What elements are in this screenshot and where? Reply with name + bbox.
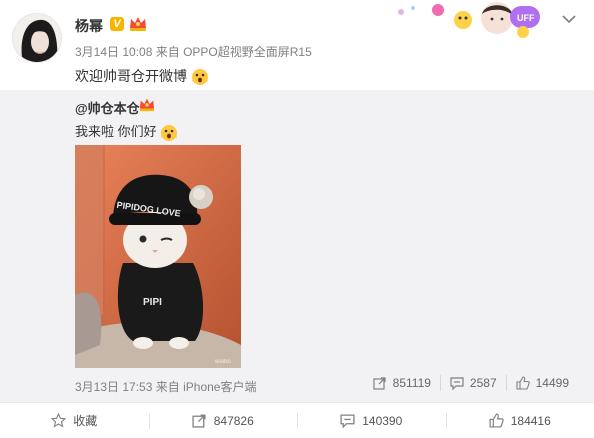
like-count: 184416 bbox=[510, 413, 551, 428]
svg-text:UFF: UFF bbox=[517, 13, 535, 23]
repost-comment-count: 2587 bbox=[469, 376, 497, 390]
repost-count: 847826 bbox=[213, 413, 254, 428]
comment-icon bbox=[340, 414, 355, 428]
repost-block: @帅仓本仓 我来啦 你们好 PIPI PIPIDOG LOVE weibo 3月… bbox=[0, 90, 594, 402]
vip-crown-icon[interactable] bbox=[138, 96, 156, 112]
source-prefix: 来自 bbox=[155, 45, 180, 59]
share-icon bbox=[192, 414, 206, 428]
post-meta: 3月14日 10:08 来自 OPPO超视野全面屏R15 bbox=[75, 43, 312, 60]
verified-badge-icon: V bbox=[110, 17, 124, 31]
repost-source[interactable]: iPhone客户端 bbox=[183, 380, 256, 394]
post-time[interactable]: 3月14日 10:08 bbox=[75, 45, 152, 59]
favorite-button[interactable]: 收藏 bbox=[0, 403, 149, 438]
action-bar: 收藏 847826 140390 184416 bbox=[0, 402, 594, 438]
thumbs-up-icon bbox=[516, 376, 530, 390]
repost-stats: 851119 2587 14499 bbox=[364, 375, 578, 391]
star-icon bbox=[51, 413, 67, 428]
thumbs-up-icon bbox=[489, 413, 504, 428]
repost-meta: 3月13日 17:53 来自 iPhone客户端 bbox=[75, 378, 256, 395]
repost-comment-stat[interactable]: 2587 bbox=[439, 375, 506, 391]
comment-button[interactable]: 140390 bbox=[297, 403, 446, 438]
repost-share-count: 851119 bbox=[392, 376, 431, 390]
cat-in-hoodie-image: PIPI PIPIDOG LOVE weibo bbox=[75, 145, 241, 368]
repost-like-stat[interactable]: 14499 bbox=[505, 375, 578, 391]
post-text: 欢迎帅哥仓开微博 bbox=[75, 66, 209, 86]
repost-photo[interactable]: PIPI PIPIDOG LOVE weibo bbox=[75, 145, 241, 368]
repost-share-stat[interactable]: 851119 bbox=[364, 375, 440, 391]
share-icon bbox=[373, 377, 386, 390]
svg-text:weibo: weibo bbox=[214, 359, 231, 365]
repost-author[interactable]: @帅仓本仓 bbox=[75, 98, 140, 117]
shocked-emoji-icon bbox=[191, 69, 208, 86]
favorite-label: 收藏 bbox=[73, 414, 98, 428]
shocked-emoji-icon bbox=[161, 124, 178, 141]
vip-crown-icon[interactable] bbox=[128, 14, 148, 32]
author-name[interactable]: 杨幂 bbox=[75, 16, 103, 36]
avatar-image bbox=[13, 14, 61, 62]
fan-badge-banner-icon[interactable]: UFF bbox=[393, 0, 543, 40]
comment-icon bbox=[450, 377, 464, 390]
shirt-text: PIPI bbox=[143, 297, 162, 308]
repost-time[interactable]: 3月13日 17:53 bbox=[75, 380, 152, 394]
repost-like-count: 14499 bbox=[535, 376, 569, 390]
repost-source-prefix: 来自 bbox=[155, 380, 180, 394]
like-button[interactable]: 184416 bbox=[445, 403, 594, 438]
author-avatar[interactable] bbox=[12, 13, 62, 63]
repost-text: 我来啦 你们好 bbox=[75, 121, 178, 142]
repost-text-content: 我来啦 你们好 bbox=[75, 124, 157, 139]
chevron-down-icon[interactable] bbox=[560, 12, 578, 26]
weibo-post-card: 杨幂 V UFF 3月14日 10:08 来自 OPPO超视野全面屏R15 欢迎… bbox=[0, 0, 594, 438]
post-text-content: 欢迎帅哥仓开微博 bbox=[75, 68, 187, 84]
comment-count: 140390 bbox=[362, 413, 403, 428]
repost-button[interactable]: 847826 bbox=[148, 403, 298, 438]
post-source[interactable]: OPPO超视野全面屏R15 bbox=[183, 45, 312, 59]
